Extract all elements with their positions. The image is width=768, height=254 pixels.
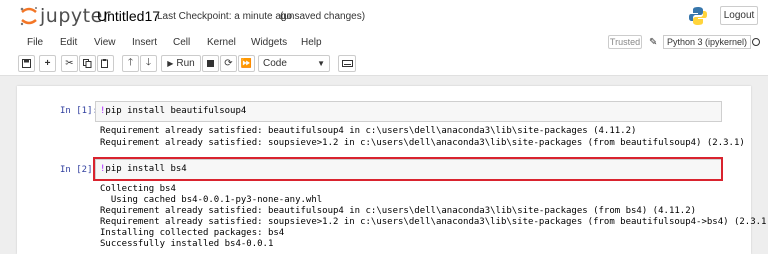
save-icon[interactable] (18, 55, 35, 72)
header: jupyter Untitled17 Last Checkpoint: a mi… (0, 0, 768, 33)
menu-widgets[interactable]: Widgets (251, 37, 287, 48)
cut-icon[interactable]: ✂ (61, 55, 78, 72)
jupyter-logo-icon[interactable] (18, 5, 40, 27)
copy-icon[interactable] (79, 55, 96, 72)
menu-edit[interactable]: Edit (60, 37, 77, 48)
edit-pencil-icon[interactable]: ✎ (649, 37, 657, 48)
kernel-idle-indicator-icon (752, 38, 760, 46)
cell-type-value: Code (263, 58, 287, 69)
menu-cell[interactable]: Cell (173, 37, 190, 48)
cell-2-output-line: Requirement already satisfied: beautiful… (100, 206, 697, 216)
highlight-box (93, 157, 723, 181)
run-button[interactable]: ▶ Run (161, 55, 201, 72)
keyboard-icon[interactable] (338, 55, 356, 72)
restart-icon[interactable]: ⟳ (220, 55, 237, 72)
python-logo-icon (689, 7, 707, 25)
stop-icon[interactable] (202, 55, 219, 72)
cell-1-input[interactable]: !pip install beautifulsoup4 (95, 101, 722, 122)
toolbar: + ✂ 🡑 🡓 ▶ Run ⟳ ⏩ (0, 53, 768, 76)
cell-1-output-line: Requirement already satisfied: beautiful… (100, 126, 637, 136)
menu-kernel[interactable]: Kernel (207, 37, 236, 48)
menu-view[interactable]: View (94, 37, 116, 48)
run-icon: ▶ (167, 59, 174, 68)
menu-insert[interactable]: Insert (132, 37, 157, 48)
move-down-icon[interactable]: 🡓 (140, 55, 157, 72)
cell-1-code: pip install beautifulsoup4 (105, 106, 247, 116)
paste-icon[interactable] (97, 55, 114, 72)
menu-help[interactable]: Help (301, 37, 322, 48)
unsaved-status: (unsaved changes) (280, 11, 366, 22)
cell-1-output-line: Requirement already satisfied: soupsieve… (100, 138, 745, 148)
fast-forward-icon[interactable]: ⏩ (238, 55, 255, 72)
cell-2-output-line: Installing collected packages: bs4 (100, 228, 285, 238)
cell-2-output-line: Requirement already satisfied: soupsieve… (100, 217, 768, 227)
chevron-down-icon: ▼ (317, 59, 325, 68)
kernel-name[interactable]: Python 3 (ipykernel) (663, 35, 752, 49)
checkpoint-status: Last Checkpoint: a minute ago (157, 11, 293, 22)
insert-cell-icon[interactable]: + (39, 55, 56, 72)
trusted-indicator[interactable]: Trusted (608, 35, 642, 49)
cell-1-prompt: In [1]: (60, 106, 98, 116)
move-up-icon[interactable]: 🡑 (122, 55, 139, 72)
cell-2-output-line: Collecting bs4 (100, 184, 176, 194)
run-label: Run (176, 58, 195, 69)
cell-2-output-line: Successfully installed bs4-0.0.1 (100, 239, 274, 249)
notebook-title[interactable]: Untitled17 (97, 8, 160, 24)
cell-2-output-line: Using cached bs4-0.0.1-py3-none-any.whl (100, 195, 323, 205)
menu-file[interactable]: File (27, 37, 43, 48)
cell-type-select[interactable]: Code ▼ (258, 55, 330, 72)
logout-button[interactable]: Logout (720, 6, 758, 25)
